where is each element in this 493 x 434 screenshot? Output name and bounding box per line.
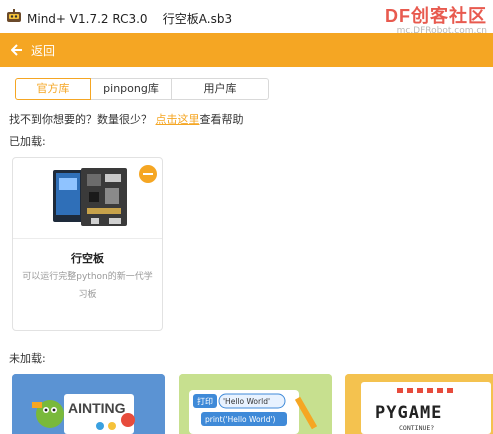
back-button[interactable]: 返回 xyxy=(31,42,55,59)
unloaded-section-label: 未加载: xyxy=(9,352,46,365)
help-suffix: 查看帮助 xyxy=(199,113,244,126)
back-arrow-icon[interactable] xyxy=(11,44,23,56)
card-divider xyxy=(13,238,162,239)
extension-card-pygame[interactable]: PYGAME CONTINUE? xyxy=(345,374,493,434)
print-string-label: 'Hello World' xyxy=(223,397,270,406)
tab-pinpong-library[interactable]: pinpong库 xyxy=(90,78,172,100)
help-link[interactable]: 点击这里 xyxy=(156,113,200,126)
extension-card-print[interactable]: 打印 'Hello World' print('Hello World') xyxy=(179,374,332,434)
pygame-banner-image: PYGAME CONTINUE? xyxy=(345,374,493,434)
extension-description: 可以运行完整python的新一代学习板 xyxy=(22,272,153,300)
print-code-label: print('Hello World') xyxy=(205,415,276,424)
print-cn-label: 打印 xyxy=(197,396,213,406)
library-tabs: 官方库 pinpong库 用户库 xyxy=(15,78,269,100)
dfrobot-brand: DF创客社区 mc.DFRobot.com.cn xyxy=(367,2,487,36)
pygame-banner-subtext: CONTINUE? xyxy=(399,424,434,432)
brand-logo: DF创客社区 xyxy=(385,6,487,26)
painting-banner-text: AINTING xyxy=(68,400,126,416)
tab-user-library[interactable]: 用户库 xyxy=(171,78,269,100)
window-title: Mind+ V1.7.2 RC3.0 行空板A.sb3 xyxy=(27,12,233,26)
help-text: 找不到你想要的？数量很少？ 点击这里查看帮助 xyxy=(9,111,244,127)
extension-name: 行空板 xyxy=(71,252,104,265)
help-prefix: 找不到你想要的？数量很少？ xyxy=(9,113,156,126)
pygame-banner-text: PYGAME xyxy=(375,403,442,423)
unihiker-board-image xyxy=(53,168,127,226)
remove-extension-button[interactable] xyxy=(139,165,157,183)
painting-banner-image: AINTING xyxy=(12,374,165,434)
extension-header: 返回 xyxy=(0,33,493,67)
print-banner-image: 打印 'Hello World' print('Hello World') xyxy=(179,374,332,434)
loaded-section-label: 已加载: xyxy=(9,135,46,148)
mind-plus-app-icon xyxy=(7,9,21,22)
window-titlebar: Mind+ V1.7.2 RC3.0 行空板A.sb3 DF创客社区 mc.DF… xyxy=(0,0,493,36)
extension-card-unihiker[interactable]: 行空板 可以运行完整python的新一代学习板 xyxy=(12,157,163,331)
tab-official-library[interactable]: 官方库 xyxy=(15,78,91,100)
extension-card-painting[interactable]: AINTING xyxy=(12,374,165,434)
